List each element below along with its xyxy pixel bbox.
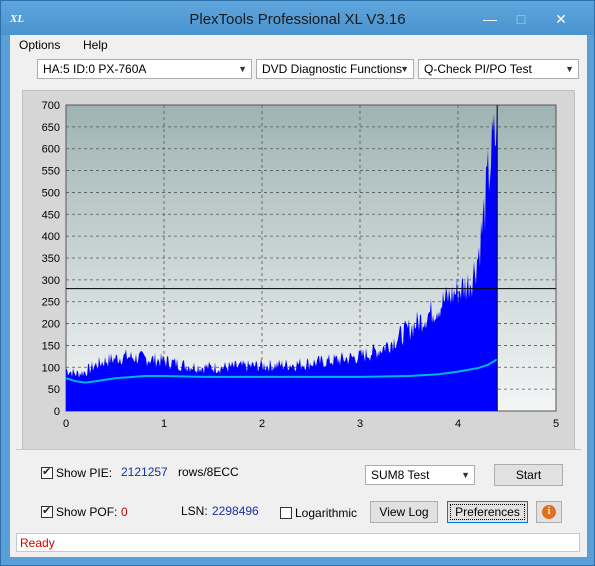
chevron-down-icon: ▼ <box>565 64 574 74</box>
title-bar: XL PlexTools Professional XL V3.16 — □ ✕ <box>1 1 594 35</box>
info-button[interactable]: i <box>536 501 562 523</box>
info-icon: i <box>542 505 556 519</box>
lsn-value: 2298496 <box>212 504 259 518</box>
x-tick-label: 3 <box>357 418 363 430</box>
y-tick-label: 450 <box>42 209 60 221</box>
menu-help[interactable]: Help <box>83 38 108 52</box>
x-tick-label: 1 <box>161 418 167 430</box>
show-pie-checkbox[interactable] <box>41 465 53 479</box>
chart-panel: 0 50 100 150 200 250 300 350 400 450 500 550 600 650 7… <box>22 90 575 450</box>
status-bar: Ready <box>16 533 580 552</box>
y-tick-label: 100 <box>42 362 60 374</box>
menu-bar: Options Help <box>10 35 587 55</box>
x-tick-label: 4 <box>455 418 461 430</box>
test-select-value: Q-Check PI/PO Test <box>424 62 532 76</box>
sum-test-value: SUM8 Test <box>371 468 430 482</box>
start-button[interactable]: Start <box>494 464 563 486</box>
logarithmic-label: Logarithmic <box>295 506 358 520</box>
chevron-down-icon: ▼ <box>238 64 247 74</box>
logarithmic-checkbox[interactable] <box>280 507 292 519</box>
test-select[interactable]: Q-Check PI/PO Test ▼ <box>418 59 579 79</box>
show-pof-label: Show POF: <box>56 505 118 519</box>
y-tick-label: 500 <box>42 187 60 199</box>
minimize-icon[interactable]: — <box>477 9 503 29</box>
y-tick-label: 400 <box>42 231 60 243</box>
function-select-value: DVD Diagnostic Functions <box>262 62 403 76</box>
function-select[interactable]: DVD Diagnostic Functions ▼ <box>256 59 414 79</box>
pie-value: 2121257 <box>121 465 168 479</box>
drive-select[interactable]: HA:5 ID:0 PX-760A ▼ <box>37 59 252 79</box>
y-tick-label: 0 <box>54 406 60 418</box>
pof-value: 0 <box>121 505 128 519</box>
lsn-label: LSN: <box>181 504 208 518</box>
main-panel: HA:5 ID:0 PX-760A ▼ DVD Diagnostic Funct… <box>10 55 587 557</box>
y-tick-label: 700 <box>42 100 60 112</box>
y-tick-label: 300 <box>42 275 60 287</box>
x-tick-label: 5 <box>553 418 559 430</box>
y-tick-label: 650 <box>42 122 60 134</box>
window-title: PlexTools Professional XL V3.16 <box>189 11 406 28</box>
view-log-button[interactable]: View Log <box>370 501 438 523</box>
status-text: Ready <box>20 536 55 550</box>
show-pie-label: Show PIE: <box>56 466 113 480</box>
y-tick-label: 150 <box>42 340 60 352</box>
y-tick-label: 50 <box>48 384 60 396</box>
y-tick-label: 250 <box>42 297 60 309</box>
pie-unit: rows/8ECC <box>178 465 239 479</box>
x-tick-label: 2 <box>259 418 265 430</box>
pi-po-chart: 0501001502002503003504004505005506006507… <box>42 100 559 430</box>
maximize-icon[interactable]: □ <box>508 9 534 29</box>
preferences-button-label: Preferences <box>450 504 525 520</box>
menu-options[interactable]: Options <box>19 38 60 52</box>
sum-test-select[interactable]: SUM8 Test ▼ <box>365 465 475 485</box>
y-tick-label: 350 <box>42 253 60 265</box>
divider <box>16 449 581 450</box>
drive-select-value: HA:5 ID:0 PX-760A <box>43 62 147 76</box>
x-tick-label: 0 <box>63 418 69 430</box>
app-window: XL PlexTools Professional XL V3.16 — □ ✕… <box>0 0 595 566</box>
y-tick-label: 600 <box>42 144 60 156</box>
close-icon[interactable]: ✕ <box>539 9 583 29</box>
chevron-down-icon: ▼ <box>461 470 470 480</box>
y-tick-label: 550 <box>42 166 60 178</box>
preferences-button[interactable]: Preferences <box>447 501 528 523</box>
show-pof-checkbox[interactable] <box>41 504 53 518</box>
chevron-down-icon: ▼ <box>400 64 409 74</box>
y-tick-label: 200 <box>42 319 60 331</box>
